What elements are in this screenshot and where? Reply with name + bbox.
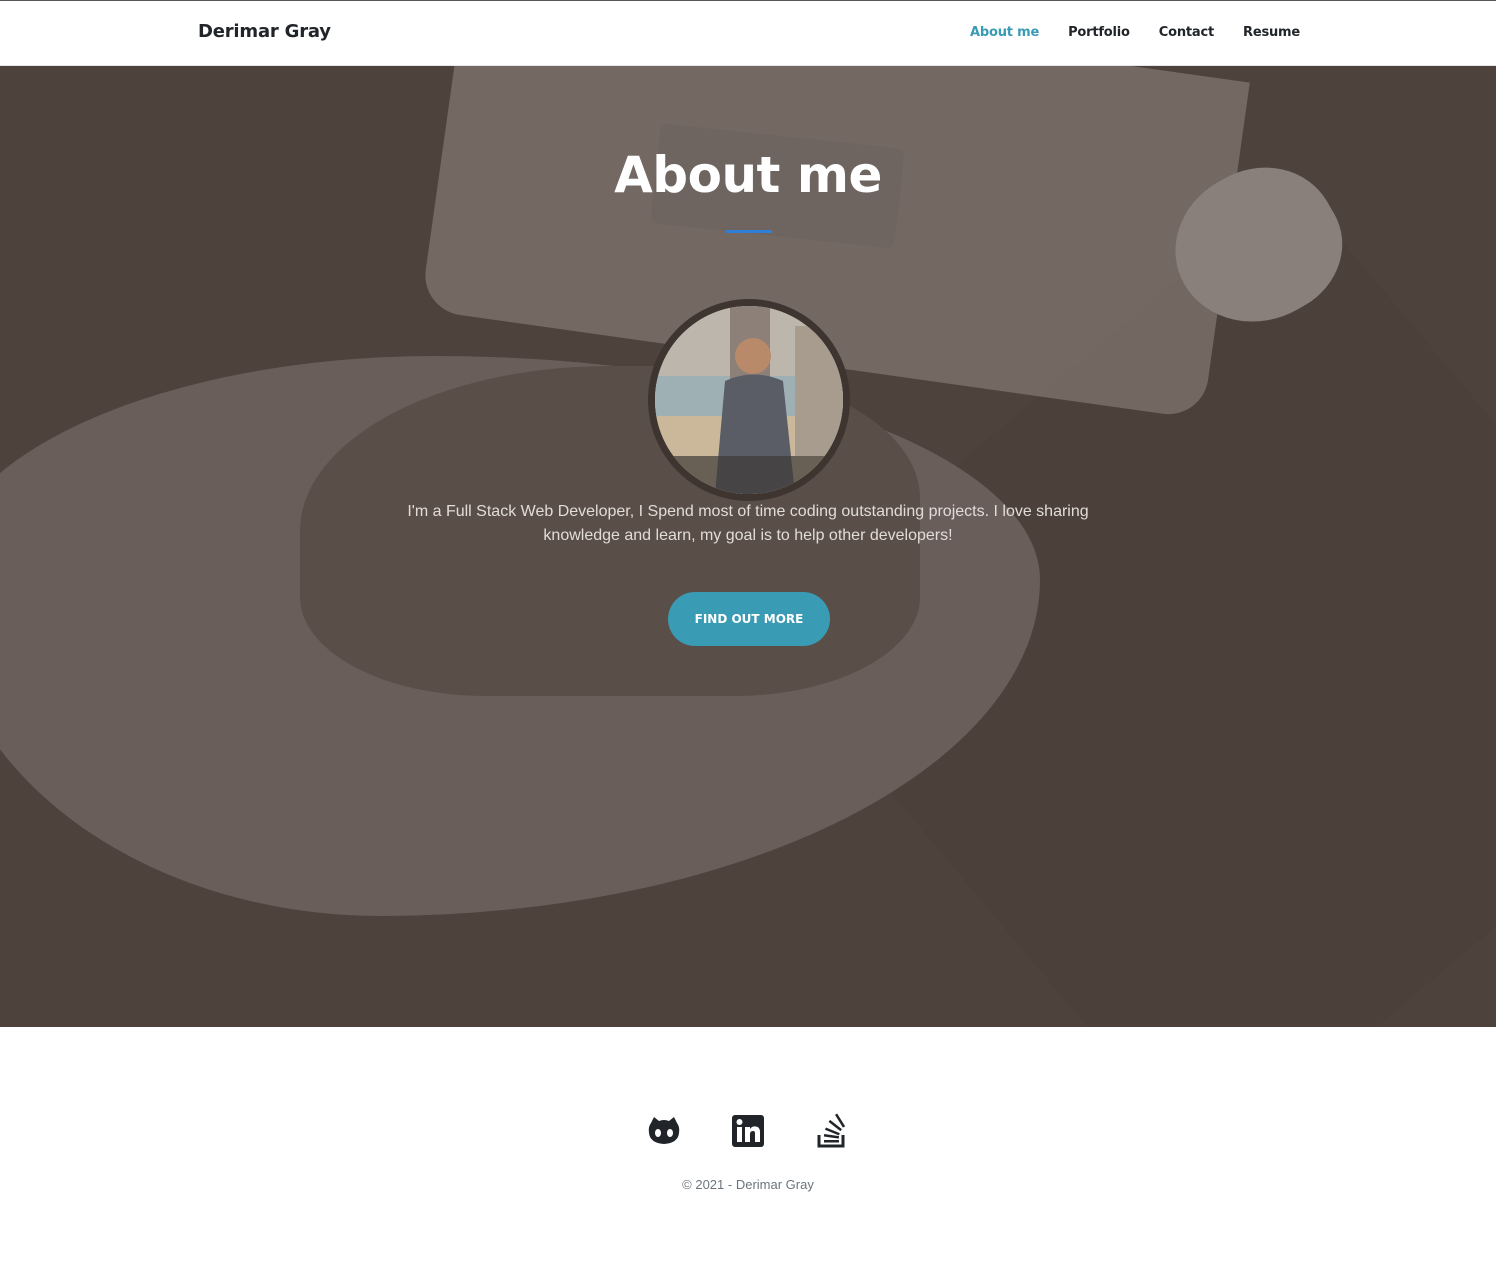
title-divider	[726, 230, 772, 233]
page-title: About me	[614, 146, 882, 204]
linkedin-icon	[732, 1115, 764, 1147]
brand-link[interactable]: Derimar Gray	[198, 21, 331, 42]
avatar-frame	[648, 299, 850, 501]
avatar	[655, 306, 843, 494]
avatar-photo	[655, 306, 843, 494]
find-out-more-button[interactable]: FIND OUT MORE	[668, 592, 830, 646]
github-icon	[648, 1117, 680, 1144]
linkedin-link[interactable]	[730, 1113, 766, 1149]
footer: © 2021 - Derimar Gray	[0, 1027, 1496, 1280]
hero-description: I'm a Full Stack Web Developer, I Spend …	[407, 503, 1089, 544]
navbar: Derimar Gray About me Portfolio Contact …	[0, 0, 1496, 66]
nav-about-me[interactable]: About me	[970, 25, 1039, 40]
stackoverflow-icon	[817, 1113, 846, 1148]
copyright-text: © 2021 - Derimar Gray	[682, 1177, 814, 1192]
github-link[interactable]	[646, 1113, 682, 1149]
hero-section: About me I'm a Full Stack Web Developer,…	[0, 66, 1496, 1027]
nav-resume[interactable]: Resume	[1243, 25, 1300, 40]
nav-portfolio[interactable]: Portfolio	[1068, 25, 1130, 40]
nav-links: About me Portfolio Contact Resume	[970, 25, 1300, 40]
stackoverflow-link[interactable]	[814, 1113, 850, 1149]
social-links	[646, 1113, 850, 1149]
nav-contact[interactable]: Contact	[1159, 25, 1214, 40]
